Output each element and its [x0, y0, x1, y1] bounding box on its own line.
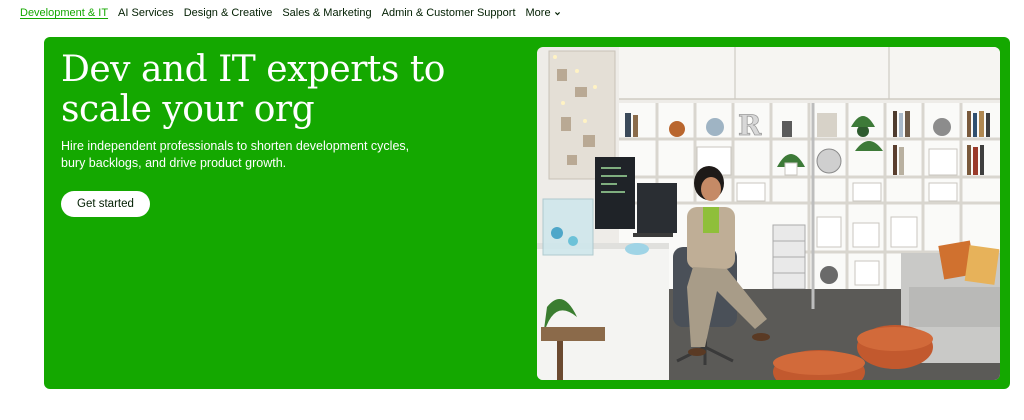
get-started-button[interactable]: Get started	[61, 191, 150, 217]
hero-title-line-1: Dev and IT experts to	[61, 49, 445, 90]
hero-photo: R	[537, 47, 1000, 380]
hero-title-line-2: scale your org	[61, 89, 315, 130]
nav-item-development-it[interactable]: Development & IT	[20, 7, 108, 19]
hero-subtitle-line-2: bury backlogs, and drive product growth.	[61, 156, 287, 170]
nav-item-ai-services[interactable]: AI Services	[118, 7, 174, 19]
hero-banner: Dev and IT experts to scale your org Hir…	[44, 37, 1010, 389]
category-nav: Development & IT AI Services Design & Cr…	[20, 5, 571, 21]
chevron-down-icon	[554, 11, 560, 15]
nav-item-admin-support[interactable]: Admin & Customer Support	[382, 7, 516, 19]
nav-more-button[interactable]: More	[526, 7, 561, 19]
photo-letter: R	[738, 109, 762, 142]
nav-more-label: More	[525, 7, 551, 19]
hero-subtitle: Hire independent professionals to shorte…	[61, 138, 441, 172]
nav-item-sales-marketing[interactable]: Sales & Marketing	[282, 7, 371, 19]
nav-item-design-creative[interactable]: Design & Creative	[184, 7, 273, 19]
hero-subtitle-line-1: Hire independent professionals to shorte…	[61, 139, 410, 153]
hero-title: Dev and IT experts to scale your org	[61, 50, 491, 130]
office-workspace-illustration: R	[537, 47, 1000, 380]
